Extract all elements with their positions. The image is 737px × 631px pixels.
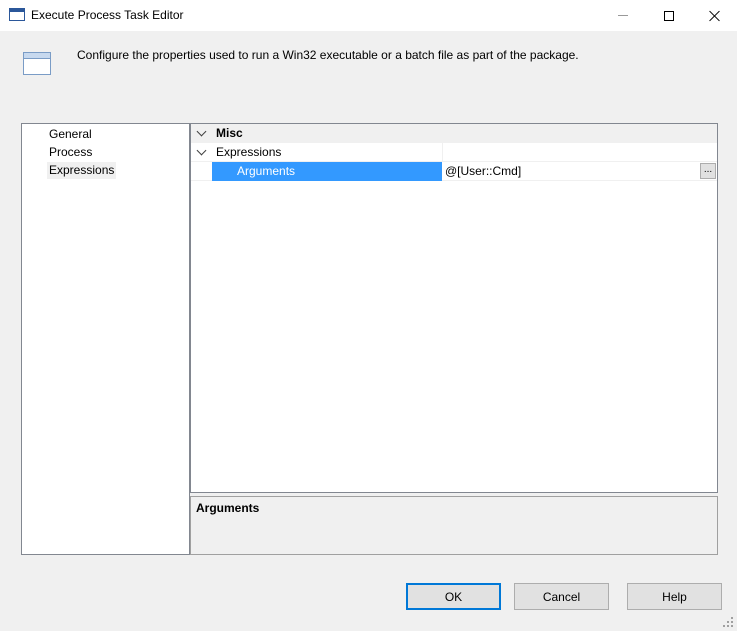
close-button[interactable] xyxy=(692,0,737,31)
subcategory-row-expressions[interactable]: Expressions xyxy=(191,143,717,162)
property-row-arguments[interactable]: Arguments @[User::Cmd] ... xyxy=(191,162,717,181)
cancel-button[interactable]: Cancel xyxy=(514,583,609,610)
description-panel: Arguments xyxy=(190,496,718,555)
category-label: Misc xyxy=(216,126,243,140)
description-title: Arguments xyxy=(196,501,260,515)
column-divider xyxy=(442,143,443,162)
resize-grip-icon[interactable] xyxy=(722,616,734,628)
collapse-expressions-chevron-icon[interactable] xyxy=(193,143,209,162)
maximize-button[interactable] xyxy=(646,0,692,31)
header-description: Configure the properties used to run a W… xyxy=(77,48,579,62)
collapse-misc-chevron-icon[interactable] xyxy=(193,124,209,143)
window-icon xyxy=(9,8,25,21)
nav-item-expressions[interactable]: Expressions xyxy=(47,162,117,179)
subcategory-label: Expressions xyxy=(216,145,282,159)
title-bar: Execute Process Task Editor xyxy=(0,0,737,31)
property-grid: Misc Expressions Arguments @[User::Cmd] … xyxy=(190,123,718,493)
maximize-icon xyxy=(664,10,674,21)
category-row-misc[interactable]: Misc xyxy=(191,124,717,143)
ellipsis-button[interactable]: ... xyxy=(700,163,716,179)
nav-item-process[interactable]: Process xyxy=(47,144,94,161)
window-title: Execute Process Task Editor xyxy=(31,8,184,22)
editor-header-icon xyxy=(23,52,51,75)
property-value[interactable]: @[User::Cmd] xyxy=(445,162,521,181)
minimize-icon xyxy=(618,15,628,16)
minimize-button[interactable] xyxy=(600,0,646,31)
ok-button[interactable]: OK xyxy=(406,583,501,610)
page-navigation-list: General Process Expressions xyxy=(21,123,190,555)
property-name[interactable]: Arguments xyxy=(212,162,442,181)
help-button[interactable]: Help xyxy=(627,583,722,610)
nav-item-general[interactable]: General xyxy=(47,126,94,143)
close-icon xyxy=(709,10,721,22)
